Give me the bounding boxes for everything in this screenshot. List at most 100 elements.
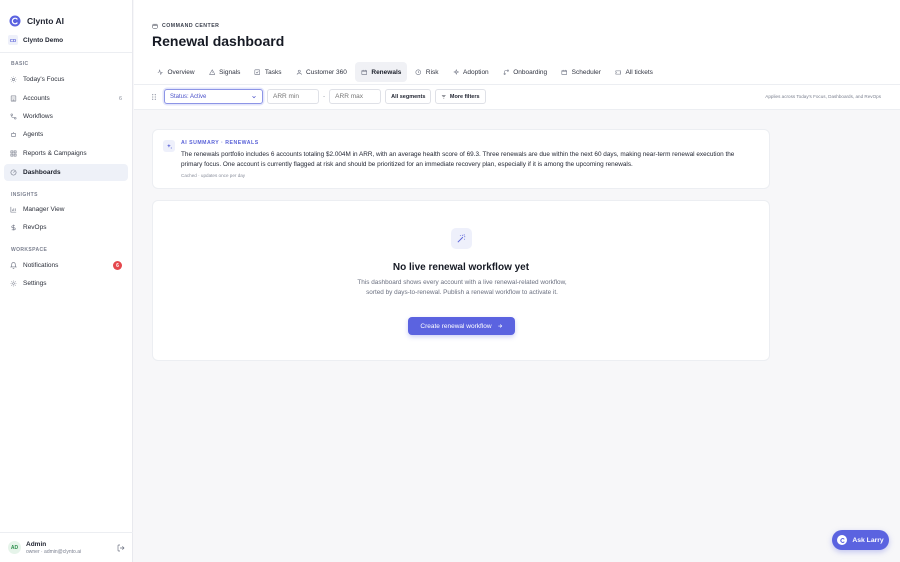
segments-label: All segments (391, 93, 426, 100)
grip-icon[interactable] (150, 93, 158, 101)
sidebar-item-dashboards[interactable]: Dashboards (4, 164, 128, 181)
sidebar-item-todays-focus[interactable]: Today's Focus (4, 71, 128, 88)
sidebar-item-label: Today's Focus (23, 76, 65, 83)
chevron-down-icon (252, 95, 256, 98)
dashboard-icon (10, 169, 17, 176)
divider (0, 52, 132, 53)
workflow-icon (10, 113, 17, 120)
larry-logo-icon (837, 535, 848, 545)
arrow-right-icon (497, 324, 502, 328)
tab-label: Customer 360 (306, 68, 347, 76)
status-select[interactable]: Status: Active (164, 89, 263, 104)
sidebar-item-manager-view[interactable]: Manager View (4, 201, 128, 218)
summary-label: AI SUMMARY · RENEWALS (181, 140, 259, 146)
user-name: Admin (26, 540, 47, 548)
sidebar-item-label: Reports & Campaigns (23, 150, 87, 157)
tab-customer-360[interactable]: Customer 360 (290, 62, 353, 82)
alert-icon (208, 69, 216, 75)
sidebar-item-agents[interactable]: Agents (4, 126, 128, 143)
user-subtitle: owner · admin@clynto.ai (26, 548, 82, 555)
tab-label: Adoption (463, 68, 489, 76)
tab-signals[interactable]: Signals (203, 62, 247, 82)
magic-wand-icon (451, 228, 472, 249)
tab-label: Overview (167, 68, 195, 76)
empty-state-card: No live renewal workflow yet This dashbo… (152, 200, 770, 361)
clynto-logo-icon (9, 15, 21, 27)
ai-summary-card: AI SUMMARY · RENEWALS The renewals portf… (152, 129, 770, 189)
brand[interactable]: Clynto AI (0, 0, 132, 30)
checkbox-icon (254, 69, 261, 75)
user-profile[interactable]: AD Admin owner · admin@clynto.ai (0, 532, 133, 562)
empty-state-description: This dashboard shows every account with … (357, 279, 567, 296)
sidebar-item-label: Dashboards (23, 169, 61, 176)
tab-overview[interactable]: Overview (151, 62, 201, 82)
sidebar-item-accounts[interactable]: Accounts 6 (4, 90, 128, 107)
notifications-badge: 6 (113, 261, 122, 270)
create-renewal-workflow-button[interactable]: Create renewal workflow (408, 317, 515, 335)
sidebar-item-settings[interactable]: Settings (4, 275, 128, 292)
main-content: COMMAND CENTER Renewal dashboard Overvie… (134, 0, 900, 562)
bar-chart-icon (10, 206, 17, 213)
sidebar-item-workflows[interactable]: Workflows (4, 108, 128, 125)
page-title: Renewal dashboard (152, 33, 285, 49)
arr-max-input[interactable] (329, 89, 382, 104)
sparkles-icon (163, 140, 175, 152)
status-select-value: Status: Active (170, 93, 207, 100)
eyebrow-label: COMMAND CENTER (162, 23, 220, 29)
section-label-basic: BASIC (11, 61, 29, 67)
dollar-icon (10, 224, 17, 231)
sidebar-item-label: Settings (23, 280, 47, 287)
ticket-icon (615, 70, 621, 75)
user-icon (296, 69, 302, 75)
sidebar-item-label: Accounts (23, 95, 50, 102)
gear-icon (10, 280, 17, 287)
segments-button[interactable]: All segments (385, 89, 432, 104)
tab-label: Tasks (264, 68, 282, 76)
bot-icon (10, 131, 17, 138)
range-separator: - (323, 93, 326, 100)
avatar: AD (8, 541, 21, 554)
ask-larry-label: Ask Larry (852, 536, 884, 544)
sidebar-item-label: RevOps (23, 224, 47, 231)
git-icon (503, 69, 509, 75)
arr-min-input[interactable] (267, 89, 319, 104)
sidebar-item-label: Manager View (23, 206, 65, 213)
cta-label: Create renewal workflow (420, 322, 492, 330)
org-switcher[interactable]: CD Clynto Demo (0, 33, 132, 47)
tab-label: Risk (425, 68, 439, 76)
sidebar-item-revops[interactable]: RevOps (4, 219, 128, 236)
bell-icon (10, 262, 17, 269)
sun-icon (10, 76, 17, 83)
filter-bar: Status: Active - All segments More filte… (150, 89, 486, 104)
brand-name: Clynto AI (27, 16, 64, 26)
eyebrow: COMMAND CENTER (152, 23, 219, 29)
tab-label: Onboarding (513, 68, 548, 76)
tab-onboarding[interactable]: Onboarding (497, 62, 553, 82)
ask-larry-button[interactable]: Ask Larry (832, 530, 889, 550)
sidebar: Clynto AI CD Clynto Demo BASIC Today's F… (0, 0, 133, 562)
logout-icon[interactable] (117, 544, 125, 552)
sidebar-item-label: Notifications (23, 262, 59, 269)
tab-risk[interactable]: Risk (409, 62, 444, 82)
org-badge: CD (8, 35, 18, 45)
tab-tasks[interactable]: Tasks (248, 62, 287, 82)
sidebar-item-reports-campaigns[interactable]: Reports & Campaigns (4, 145, 128, 162)
org-name: Clynto Demo (23, 36, 64, 44)
tab-scheduler[interactable]: Scheduler (555, 62, 607, 82)
sidebar-item-label: Agents (23, 131, 44, 138)
more-filters-button[interactable]: More filters (435, 89, 486, 104)
summary-meta: Cached · updates once per day (181, 173, 246, 178)
sidebar-item-notifications[interactable]: Notifications 6 (4, 257, 128, 274)
tab-label: Scheduler (571, 68, 601, 76)
more-filters-label: More filters (449, 93, 480, 100)
sidebar-item-label: Workflows (23, 113, 53, 120)
tab-adoption[interactable]: Adoption (447, 62, 495, 82)
accounts-count: 6 (118, 95, 122, 102)
tab-bar: Overview Signals Tasks Customer 360 Rene… (151, 62, 659, 82)
tab-label: Signals (219, 68, 241, 76)
tab-renewals[interactable]: Renewals (354, 62, 408, 82)
grid-icon (10, 150, 17, 157)
section-label-insights: INSIGHTS (11, 192, 38, 198)
calendar-icon (361, 69, 367, 75)
tab-all-tickets[interactable]: All tickets (609, 62, 659, 82)
